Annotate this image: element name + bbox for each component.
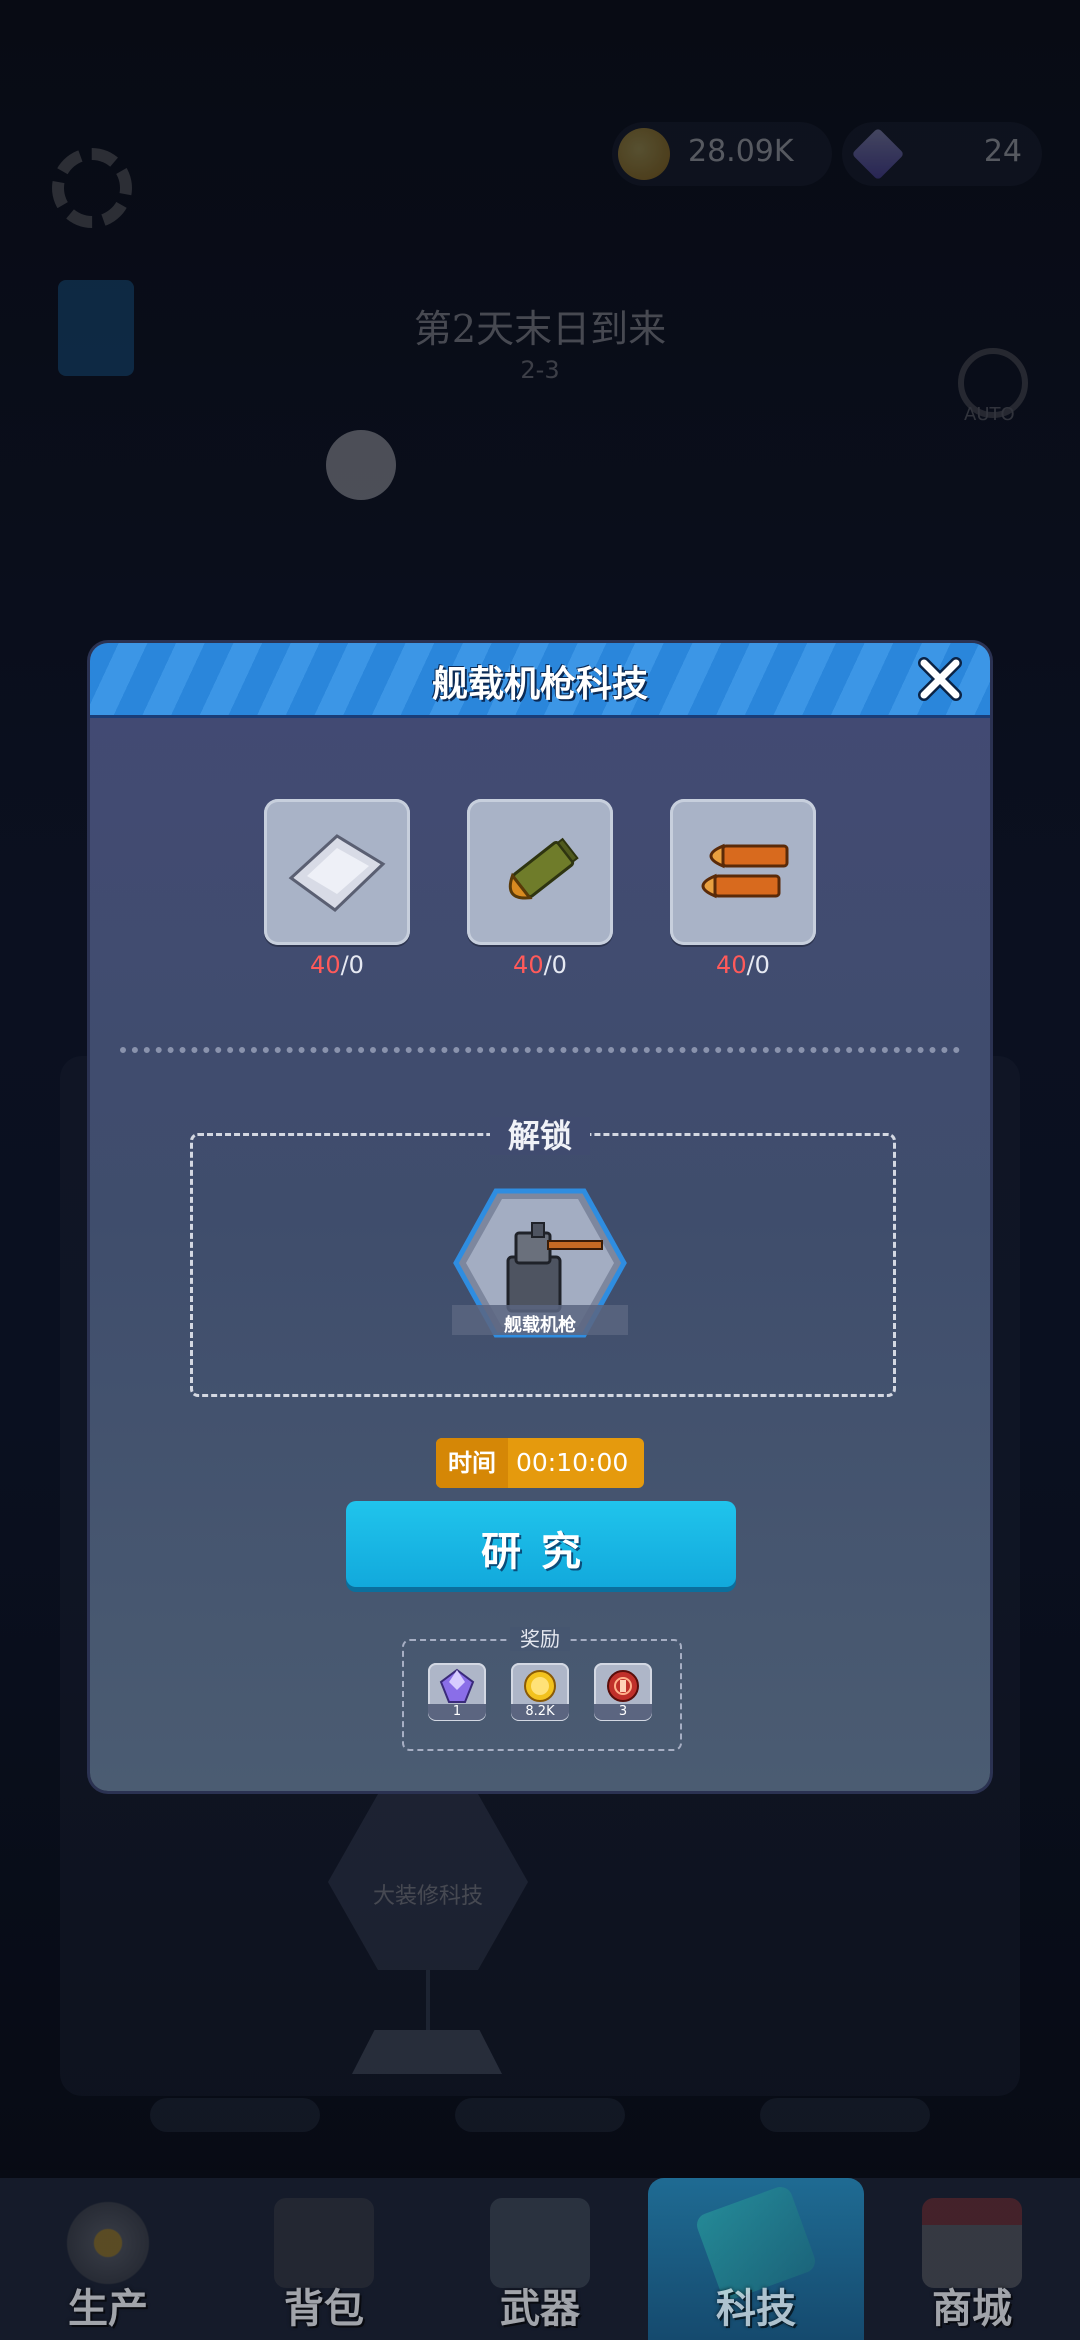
shop-icon bbox=[922, 2198, 1022, 2288]
timer-value: 00:10:00 bbox=[516, 1448, 629, 1477]
coin-icon bbox=[524, 1670, 556, 1702]
section-divider bbox=[120, 1047, 960, 1053]
nav-tab-backpack[interactable]: 背包 bbox=[216, 2178, 432, 2340]
reward-count: 8.2K bbox=[511, 1704, 569, 1720]
material-need: /0 bbox=[340, 951, 364, 979]
unlock-label: 解锁 bbox=[489, 1117, 590, 1155]
rifle-bullet-icon bbox=[508, 837, 579, 900]
reward-item[interactable]: 1 bbox=[428, 1663, 486, 1721]
nav-label: 生产 bbox=[68, 2285, 148, 2332]
turret-icon bbox=[490, 2198, 590, 2288]
material-count: 40/0 bbox=[264, 951, 410, 979]
day-progress: 2-3 bbox=[520, 356, 560, 384]
tech-connector bbox=[426, 1970, 430, 2030]
nav-label: 商城 bbox=[932, 2285, 1012, 2332]
gem-counter: 24 bbox=[842, 122, 1042, 186]
settings-gear-icon bbox=[52, 148, 132, 228]
badge-icon bbox=[607, 1670, 639, 1702]
material-box bbox=[467, 799, 613, 945]
toolbox-icon bbox=[274, 2198, 374, 2288]
reward-item[interactable]: 3 bbox=[594, 1663, 652, 1721]
gear-icon bbox=[58, 2198, 158, 2288]
material-slot[interactable]: 40/0 bbox=[264, 799, 410, 979]
coin-icon bbox=[618, 128, 670, 180]
resource-chip bbox=[150, 2098, 320, 2132]
nav-tab-weapons[interactable]: 武器 bbox=[432, 2178, 648, 2340]
tech-node-label: 大装修科技 bbox=[372, 1884, 483, 1909]
reward-item[interactable]: 8.2K bbox=[511, 1663, 569, 1721]
nav-label: 背包 bbox=[284, 2285, 364, 2332]
research-button[interactable]: 研究 bbox=[346, 1501, 736, 1587]
material-have: 40 bbox=[513, 951, 544, 979]
material-have: 40 bbox=[716, 951, 747, 979]
reward-count: 3 bbox=[594, 1704, 652, 1720]
coin-amount: 28.09K bbox=[688, 134, 794, 169]
day-title: 第2天末日到来 bbox=[413, 307, 667, 351]
unlock-item-name: 舰载机枪 bbox=[504, 1315, 576, 1336]
coin-counter: 28.09K bbox=[612, 122, 832, 186]
timer-label: 时间 bbox=[436, 1438, 508, 1488]
material-count: 40/0 bbox=[467, 951, 613, 979]
material-need: /0 bbox=[543, 951, 567, 979]
orb-icon bbox=[326, 430, 396, 500]
gem-icon bbox=[851, 127, 905, 181]
material-slot[interactable]: 40/0 bbox=[467, 799, 613, 979]
resource-chip bbox=[760, 2098, 930, 2132]
material-box bbox=[670, 799, 816, 945]
close-icon bbox=[918, 657, 962, 701]
material-count: 40/0 bbox=[670, 951, 816, 979]
nav-label: 武器 bbox=[500, 2285, 580, 2332]
auto-label: AUTO bbox=[964, 404, 1015, 425]
nav-tab-production[interactable]: 生产 bbox=[0, 2178, 216, 2340]
gem-amount: 24 bbox=[983, 134, 1022, 169]
material-need: /0 bbox=[746, 951, 770, 979]
gem-icon bbox=[439, 1668, 475, 1703]
bottom-nav: 生产 背包 武器 科技 商城 bbox=[0, 2178, 1080, 2340]
reward-heading: 奖励 bbox=[90, 1623, 990, 1652]
resource-chip bbox=[455, 2098, 625, 2132]
nav-tab-shop[interactable]: 商城 bbox=[864, 2178, 1080, 2340]
steel-plate-icon bbox=[288, 834, 386, 912]
research-button-label: 研究 bbox=[481, 1528, 601, 1575]
ammo-rounds-icon bbox=[701, 843, 789, 899]
close-button[interactable] bbox=[912, 651, 968, 707]
material-have: 40 bbox=[310, 951, 341, 979]
nav-label: 科技 bbox=[716, 2285, 796, 2332]
nav-tab-tech[interactable]: 科技 bbox=[648, 2178, 864, 2340]
tech-modal: 舰载机枪科技 40/0 40/0 40/0 解锁 舰载机枪 时间 00:10:0… bbox=[90, 643, 990, 1791]
material-slot[interactable]: 40/0 bbox=[670, 799, 816, 979]
material-box bbox=[264, 799, 410, 945]
reward-count: 1 bbox=[428, 1704, 486, 1720]
tech-node-base bbox=[352, 2030, 502, 2074]
research-timer: 时间 00:10:00 bbox=[436, 1438, 644, 1488]
unlock-heading: 解锁 bbox=[90, 1111, 990, 1157]
modal-title: 舰载机枪科技 bbox=[431, 663, 648, 705]
reward-title: 奖励 bbox=[510, 1627, 570, 1651]
